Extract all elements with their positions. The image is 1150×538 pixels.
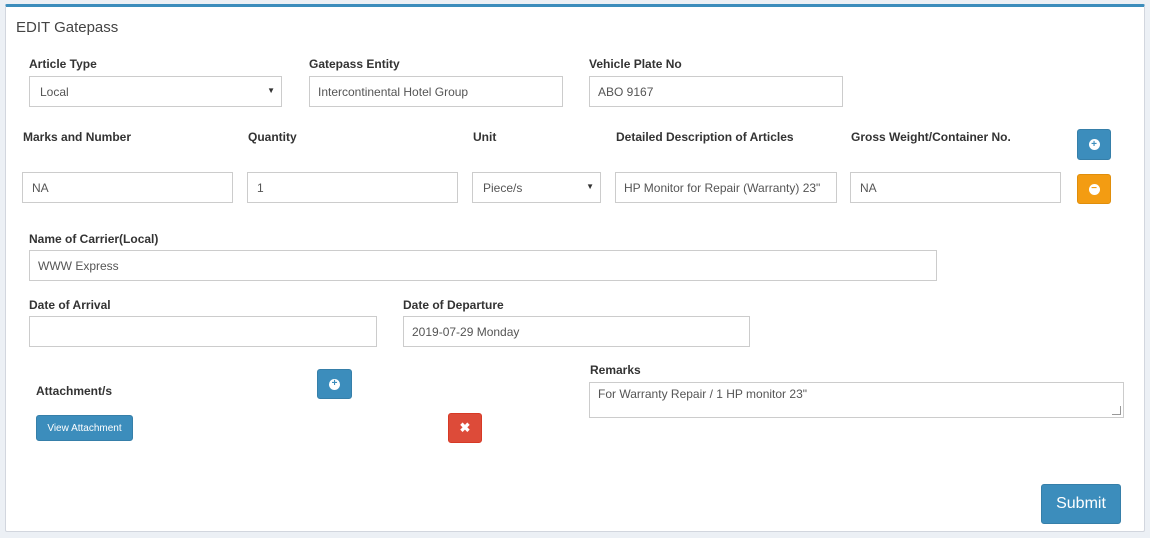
departure-label: Date of Departure [403, 298, 504, 312]
marks-input[interactable]: NA [22, 172, 233, 203]
unit-header: Unit [473, 130, 497, 144]
submit-button[interactable]: Submit [1041, 484, 1121, 524]
vehicle-plate-value: ABO 9167 [598, 84, 654, 99]
gatepass-entity-input[interactable]: Intercontinental Hotel Group [309, 76, 563, 107]
carrier-label: Name of Carrier(Local) [29, 232, 159, 246]
description-value: HP Monitor for Repair (Warranty) 23" [624, 180, 821, 195]
view-attachment-button[interactable]: View Attachment [36, 415, 133, 441]
delete-attachment-button[interactable]: ✖ [448, 413, 482, 443]
description-header: Detailed Description of Articles [616, 130, 794, 144]
article-type-label: Article Type [29, 57, 97, 71]
minus-circle-icon: − [1088, 183, 1100, 195]
times-icon: ✖ [459, 420, 471, 435]
plus-circle-icon: + [329, 378, 340, 390]
carrier-input[interactable]: WWW Express [29, 250, 937, 281]
quantity-value: 1 [257, 180, 264, 195]
departure-input[interactable]: 2019-07-29 Monday [403, 316, 750, 347]
gatepass-entity-value: Intercontinental Hotel Group [318, 84, 469, 99]
vehicle-plate-label: Vehicle Plate No [589, 57, 682, 71]
resize-grip-icon[interactable] [1112, 406, 1121, 415]
gross-weight-header: Gross Weight/Container No. [851, 130, 1011, 144]
remarks-value: For Warranty Repair / 1 HP monitor 23" [598, 387, 807, 401]
gatepass-entity-label: Gatepass Entity [309, 57, 400, 71]
unit-value: Piece/s [483, 180, 523, 195]
remove-item-button[interactable]: − [1077, 174, 1111, 204]
quantity-input[interactable]: 1 [247, 172, 458, 203]
departure-value: 2019-07-29 Monday [412, 324, 520, 339]
arrival-label: Date of Arrival [29, 298, 111, 312]
gross-weight-input[interactable]: NA [850, 172, 1061, 203]
description-input[interactable]: HP Monitor for Repair (Warranty) 23" [615, 172, 837, 203]
panel-title: EDIT Gatepass [16, 19, 119, 36]
add-attachment-button[interactable]: + [317, 369, 352, 399]
article-type-value: Local [40, 84, 69, 99]
carrier-value: WWW Express [38, 258, 119, 273]
unit-select[interactable]: Piece/s [472, 172, 601, 203]
vehicle-plate-input[interactable]: ABO 9167 [589, 76, 843, 107]
attachments-label: Attachment/s [36, 384, 113, 398]
marks-header: Marks and Number [23, 130, 132, 144]
remarks-label: Remarks [590, 363, 641, 377]
quantity-header: Quantity [248, 130, 297, 144]
plus-circle-icon: + [1088, 139, 1100, 150]
arrival-input[interactable] [29, 316, 377, 347]
article-type-select[interactable]: Local [29, 76, 282, 107]
add-item-button[interactable]: + [1077, 129, 1111, 160]
remarks-textarea[interactable]: For Warranty Repair / 1 HP monitor 23" [589, 382, 1124, 418]
edit-gatepass-panel: EDIT Gatepass Article Type Local Gatepas… [5, 4, 1145, 532]
gross-weight-value: NA [860, 180, 877, 195]
marks-value: NA [32, 180, 49, 195]
